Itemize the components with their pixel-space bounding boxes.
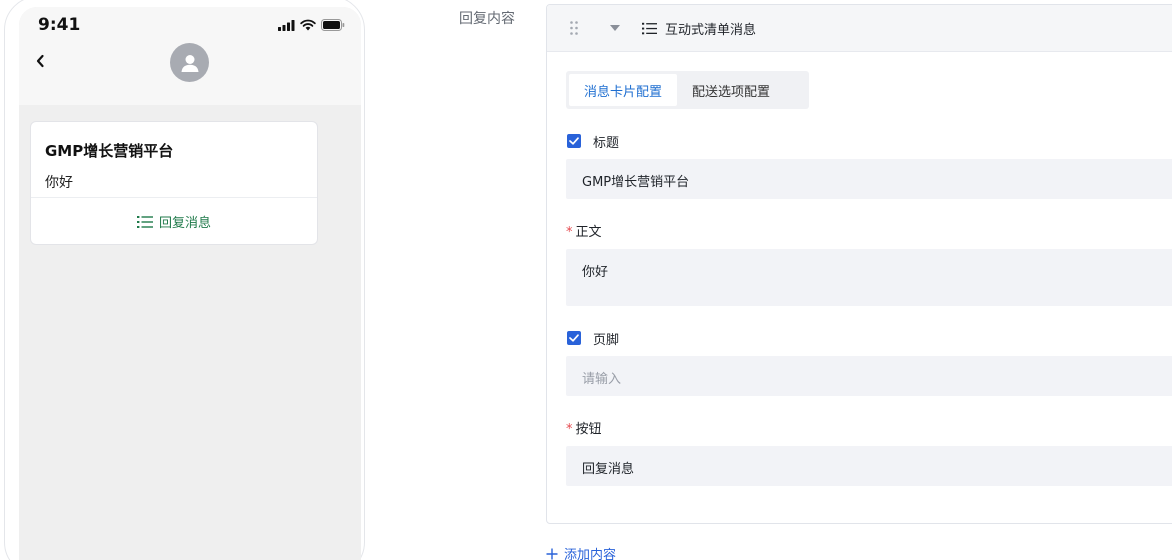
- button-label-text: 按钮: [575, 422, 602, 437]
- required-mark: *: [566, 422, 573, 437]
- phone-screen: 9:41 GMP增长营销平台 你好 回复消息: [19, 7, 361, 560]
- phone-preview: 9:41 GMP增长营销平台 你好 回复消息: [4, 0, 365, 560]
- panel-header: 互动式清单消息: [547, 5, 1172, 52]
- back-icon[interactable]: [35, 54, 45, 68]
- body-textarea[interactable]: 你好: [566, 249, 1172, 306]
- check-icon: [569, 334, 579, 342]
- title-input[interactable]: GMP增长营销平台: [566, 159, 1172, 199]
- message-card-body: 你好: [45, 175, 73, 191]
- button-label: * 按钮: [566, 418, 602, 437]
- drag-handle-icon[interactable]: [570, 21, 578, 35]
- wifi-icon: [300, 19, 316, 31]
- required-mark: *: [566, 225, 573, 240]
- tab-delivery-config[interactable]: 配送选项配置: [677, 74, 785, 106]
- message-config-panel: 互动式清单消息 消息卡片配置 配送选项配置 标题 GMP增长营销平台 * 正文 你…: [546, 4, 1172, 524]
- caret-down-icon[interactable]: [609, 24, 621, 32]
- add-content-label: 添加内容: [564, 548, 617, 560]
- tab-card-config[interactable]: 消息卡片配置: [569, 74, 678, 106]
- reply-message-button[interactable]: 回复消息: [31, 212, 317, 231]
- list-icon: [136, 215, 153, 228]
- reply-content-label: 回复内容: [459, 11, 515, 27]
- button-input[interactable]: 回复消息: [566, 446, 1172, 486]
- body-label: * 正文: [566, 221, 602, 240]
- reply-message-label: 回复消息: [158, 216, 211, 231]
- avatar: [170, 43, 209, 82]
- message-card-divider: [31, 197, 317, 198]
- add-content-button[interactable]: 添加内容: [546, 544, 616, 560]
- signal-icon: [278, 19, 295, 31]
- footer-input[interactable]: 请输入: [566, 356, 1172, 396]
- footer-label: 页脚: [593, 333, 620, 348]
- message-card-title: GMP增长营销平台: [45, 142, 174, 160]
- title-checkbox[interactable]: [567, 134, 581, 148]
- message-card: GMP增长营销平台 你好 回复消息: [30, 121, 318, 245]
- avatar-icon: [181, 54, 198, 72]
- status-time: 9:41: [38, 15, 81, 35]
- check-icon: [569, 137, 579, 145]
- plus-icon: [546, 548, 558, 559]
- panel-title: 互动式清单消息: [665, 23, 757, 38]
- battery-icon: [321, 19, 345, 31]
- body-label-text: 正文: [575, 225, 602, 240]
- footer-checkbox[interactable]: [567, 331, 581, 345]
- list-icon: [642, 22, 657, 35]
- title-label: 标题: [593, 136, 620, 151]
- config-tabs: 消息卡片配置 配送选项配置: [566, 71, 809, 109]
- stage: 9:41 GMP增长营销平台 你好 回复消息 回复内容 互动式清单消息 消息卡片…: [0, 0, 1172, 560]
- status-icons: [278, 19, 345, 31]
- chat-header: 9:41: [19, 7, 361, 105]
